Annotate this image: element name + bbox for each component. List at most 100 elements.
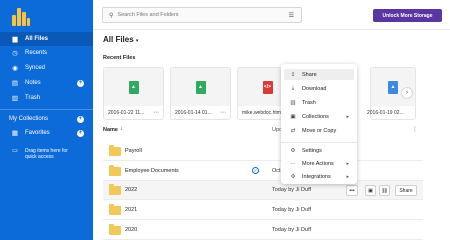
file-thumbnail: ▲ bbox=[104, 68, 163, 106]
image-file-icon: ▲ bbox=[388, 80, 398, 94]
menu-item-settings[interactable]: ⚙ Settings bbox=[284, 145, 354, 156]
menu-item-integrations[interactable]: ✣ Integrations ▸ bbox=[284, 171, 354, 182]
menu-item-collections[interactable]: ▣ Collections ▸ bbox=[284, 111, 354, 122]
sidebar-divider bbox=[0, 109, 93, 110]
menu-item-label: Share bbox=[302, 71, 317, 78]
list-options-icon[interactable]: ⋮ bbox=[412, 126, 418, 133]
trash-icon: ▥ bbox=[11, 95, 19, 102]
row-name[interactable]: Employee Documents bbox=[125, 168, 179, 174]
page-title[interactable]: All Files ▾ bbox=[103, 35, 138, 44]
folder-icon bbox=[109, 224, 121, 235]
top-bar: ⚲ ☰ Unlock More Storage bbox=[93, 0, 450, 30]
drag-icon: ▭ bbox=[12, 148, 18, 154]
column-name-header[interactable]: Name bbox=[103, 127, 118, 133]
folder-icon bbox=[109, 204, 121, 215]
row-name[interactable]: 2021 bbox=[125, 207, 137, 213]
add-favorite-icon[interactable]: + bbox=[77, 129, 84, 137]
file-list-header: Name ↓ Upd ⋮ bbox=[103, 126, 423, 137]
drag-hint: ▭ Drag items here for quick access bbox=[9, 148, 68, 160]
sidebar-item-label: Favorites bbox=[25, 130, 50, 136]
recent-file-name: 2016-01-22 11... bbox=[108, 110, 145, 116]
sidebar-item-label: My Collections bbox=[9, 116, 49, 122]
row-name[interactable]: Payroll bbox=[125, 148, 142, 154]
sidebar-item-synced[interactable]: ◉ Synced bbox=[0, 61, 93, 75]
drag-hint-line2: quick access bbox=[25, 154, 54, 160]
gear-icon: ⚙ bbox=[290, 147, 296, 154]
search-box[interactable]: ⚲ ☰ bbox=[102, 7, 302, 23]
image-file-icon: ▲ bbox=[128, 80, 139, 94]
code-file-icon: </> bbox=[262, 80, 273, 94]
more-options-button[interactable]: ••• bbox=[346, 185, 358, 196]
sidebar-item-notes[interactable]: ▤ Notes + bbox=[0, 76, 93, 90]
menu-item-label: Settings bbox=[302, 147, 322, 154]
recent-file-name: 2016-01-19 02... bbox=[367, 110, 404, 116]
menu-item-download[interactable]: ⤓ Download bbox=[284, 83, 354, 94]
carousel-next-button[interactable]: › bbox=[401, 87, 413, 99]
share-button[interactable]: Share bbox=[395, 185, 417, 196]
sidebar-item-favorites[interactable]: ▦ Favorites + bbox=[0, 126, 93, 140]
folder-icon bbox=[109, 165, 121, 176]
recent-files-title: Recent Files bbox=[103, 55, 136, 61]
sidebar-item-label: Synced bbox=[25, 65, 46, 71]
folder-icon bbox=[109, 184, 121, 195]
folder-icon bbox=[109, 145, 121, 156]
collections-icon[interactable]: ▣ bbox=[365, 185, 376, 196]
menu-item-label: Integrations bbox=[302, 173, 331, 180]
notes-icon: ▤ bbox=[11, 80, 19, 87]
more-options-icon[interactable]: ⋯ bbox=[153, 109, 159, 116]
menu-divider bbox=[281, 142, 357, 143]
table-row[interactable]: Employee Documents ✓ Oct bbox=[103, 162, 423, 181]
menu-item-share[interactable]: ⇪ Share bbox=[284, 69, 354, 80]
menu-item-label: Move or Copy bbox=[302, 127, 337, 134]
link-icon[interactable]: ⛓ bbox=[379, 185, 390, 196]
table-row[interactable]: 2022 Today by Ji Duff ••• ▣ ⛓ Share bbox=[103, 181, 423, 200]
sidebar-item-label: All Files bbox=[25, 36, 49, 42]
clock-icon: ◷ bbox=[12, 50, 18, 57]
row-name[interactable]: 2022 bbox=[125, 187, 137, 193]
table-row[interactable]: 2020 Today by Ji Duff bbox=[103, 221, 423, 240]
recent-file-card[interactable]: ▲ 2016-01-22 11... ⋯ bbox=[103, 67, 164, 120]
unlock-storage-button[interactable]: Unlock More Storage bbox=[373, 9, 442, 22]
collections-icon: ▣ bbox=[290, 113, 296, 120]
table-row[interactable]: Payroll bbox=[103, 142, 423, 161]
sidebar-item-recents[interactable]: ◷ Recents bbox=[0, 46, 93, 60]
search-icon: ⚲ bbox=[109, 12, 114, 19]
sidebar-item-label: Recents bbox=[25, 50, 48, 56]
menu-item-label: Collections bbox=[302, 113, 329, 120]
favorites-icon: ▦ bbox=[11, 130, 19, 137]
recent-file-card[interactable]: ▲ 2016-01-14 01... ⋯ bbox=[170, 67, 231, 120]
menu-item-label: Trash bbox=[302, 99, 316, 106]
row-name[interactable]: 2020 bbox=[125, 227, 137, 233]
folder-icon: ▆ bbox=[12, 36, 18, 43]
menu-item-more-actions[interactable]: ⋯ More Actions ▸ bbox=[284, 158, 354, 169]
add-collection-icon[interactable]: + bbox=[77, 115, 84, 123]
more-actions-icon: ⋯ bbox=[290, 160, 296, 167]
menu-item-move-copy[interactable]: ⇄ Move or Copy bbox=[284, 125, 354, 136]
chevron-right-icon: ▸ bbox=[346, 160, 349, 167]
box-logo[interactable] bbox=[12, 6, 30, 26]
sidebar-item-my-collections[interactable]: My Collections + bbox=[0, 112, 93, 126]
synced-icon: ✓ bbox=[252, 167, 259, 174]
more-options-icon[interactable]: ⋯ bbox=[220, 109, 226, 116]
move-icon: ⇄ bbox=[290, 127, 296, 134]
sidebar-item-trash[interactable]: ▥ Trash bbox=[0, 91, 93, 105]
menu-item-label: Download bbox=[302, 85, 327, 92]
chevron-right-icon: ▸ bbox=[346, 173, 349, 180]
file-thumbnail: ▲ bbox=[171, 68, 230, 106]
sidebar-item-label: Notes bbox=[25, 80, 41, 86]
filter-icon[interactable]: ☰ bbox=[289, 12, 294, 19]
chevron-right-icon: ▸ bbox=[346, 113, 349, 120]
menu-item-trash[interactable]: ▥ Trash bbox=[284, 97, 354, 108]
recent-file-name: mike.webdoc.htm... bbox=[242, 110, 286, 116]
add-note-icon[interactable]: + bbox=[77, 79, 84, 87]
chevron-down-icon: ▾ bbox=[135, 38, 139, 44]
sidebar-item-all-files[interactable]: ▆ All Files bbox=[0, 32, 93, 46]
sync-icon: ◉ bbox=[12, 65, 18, 72]
row-updated: Today by Ji Duff bbox=[272, 187, 312, 193]
search-input[interactable] bbox=[117, 12, 268, 18]
table-row[interactable]: 2021 Today by Ji Duff bbox=[103, 201, 423, 220]
image-file-icon: ▲ bbox=[195, 80, 206, 94]
sidebar: ▆ All Files ◷ Recents ◉ Synced ▤ Notes +… bbox=[0, 0, 93, 240]
sort-arrow-icon[interactable]: ↓ bbox=[120, 126, 123, 132]
recent-file-name: 2016-01-14 01... bbox=[175, 110, 212, 116]
